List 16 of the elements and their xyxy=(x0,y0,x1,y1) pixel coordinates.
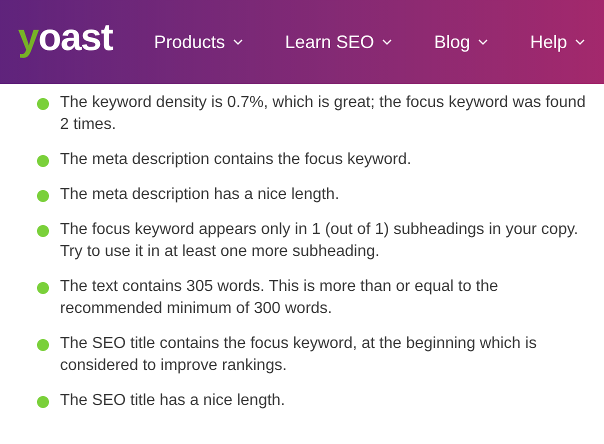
nav-link[interactable]: Learn SEO xyxy=(285,28,392,56)
caret-icon xyxy=(478,39,488,45)
result-text: The focus keyword appears only in 1 (out of 1) subheadings in your copy. Try to use it in at least one more subheading. xyxy=(60,220,580,262)
result-text: The keyword density is 0.7%, which is great; the focus keyword was found 2 times. xyxy=(60,93,587,135)
result-text: The SEO title contains the focus keyword, at the beginning which is considered to improve rankings. xyxy=(60,334,538,376)
result-text: The meta description contains the focus keyword. xyxy=(60,150,412,170)
result-text: The meta description has a nice length. xyxy=(60,185,340,205)
nav-link[interactable]: Help xyxy=(530,28,586,56)
nav-link[interactable]: Products xyxy=(154,28,244,56)
result-text: The text contains 305 words. This is more than or equal to the recommended minimum of 300 words. xyxy=(60,277,500,319)
result-text: The SEO title has a nice length. xyxy=(60,391,286,411)
nav-link[interactable]: Blog xyxy=(434,28,488,56)
caret-icon xyxy=(575,39,586,45)
caret-icon xyxy=(382,39,392,45)
caret-icon xyxy=(233,39,244,45)
logo[interactable]: yoast xyxy=(18,19,136,57)
